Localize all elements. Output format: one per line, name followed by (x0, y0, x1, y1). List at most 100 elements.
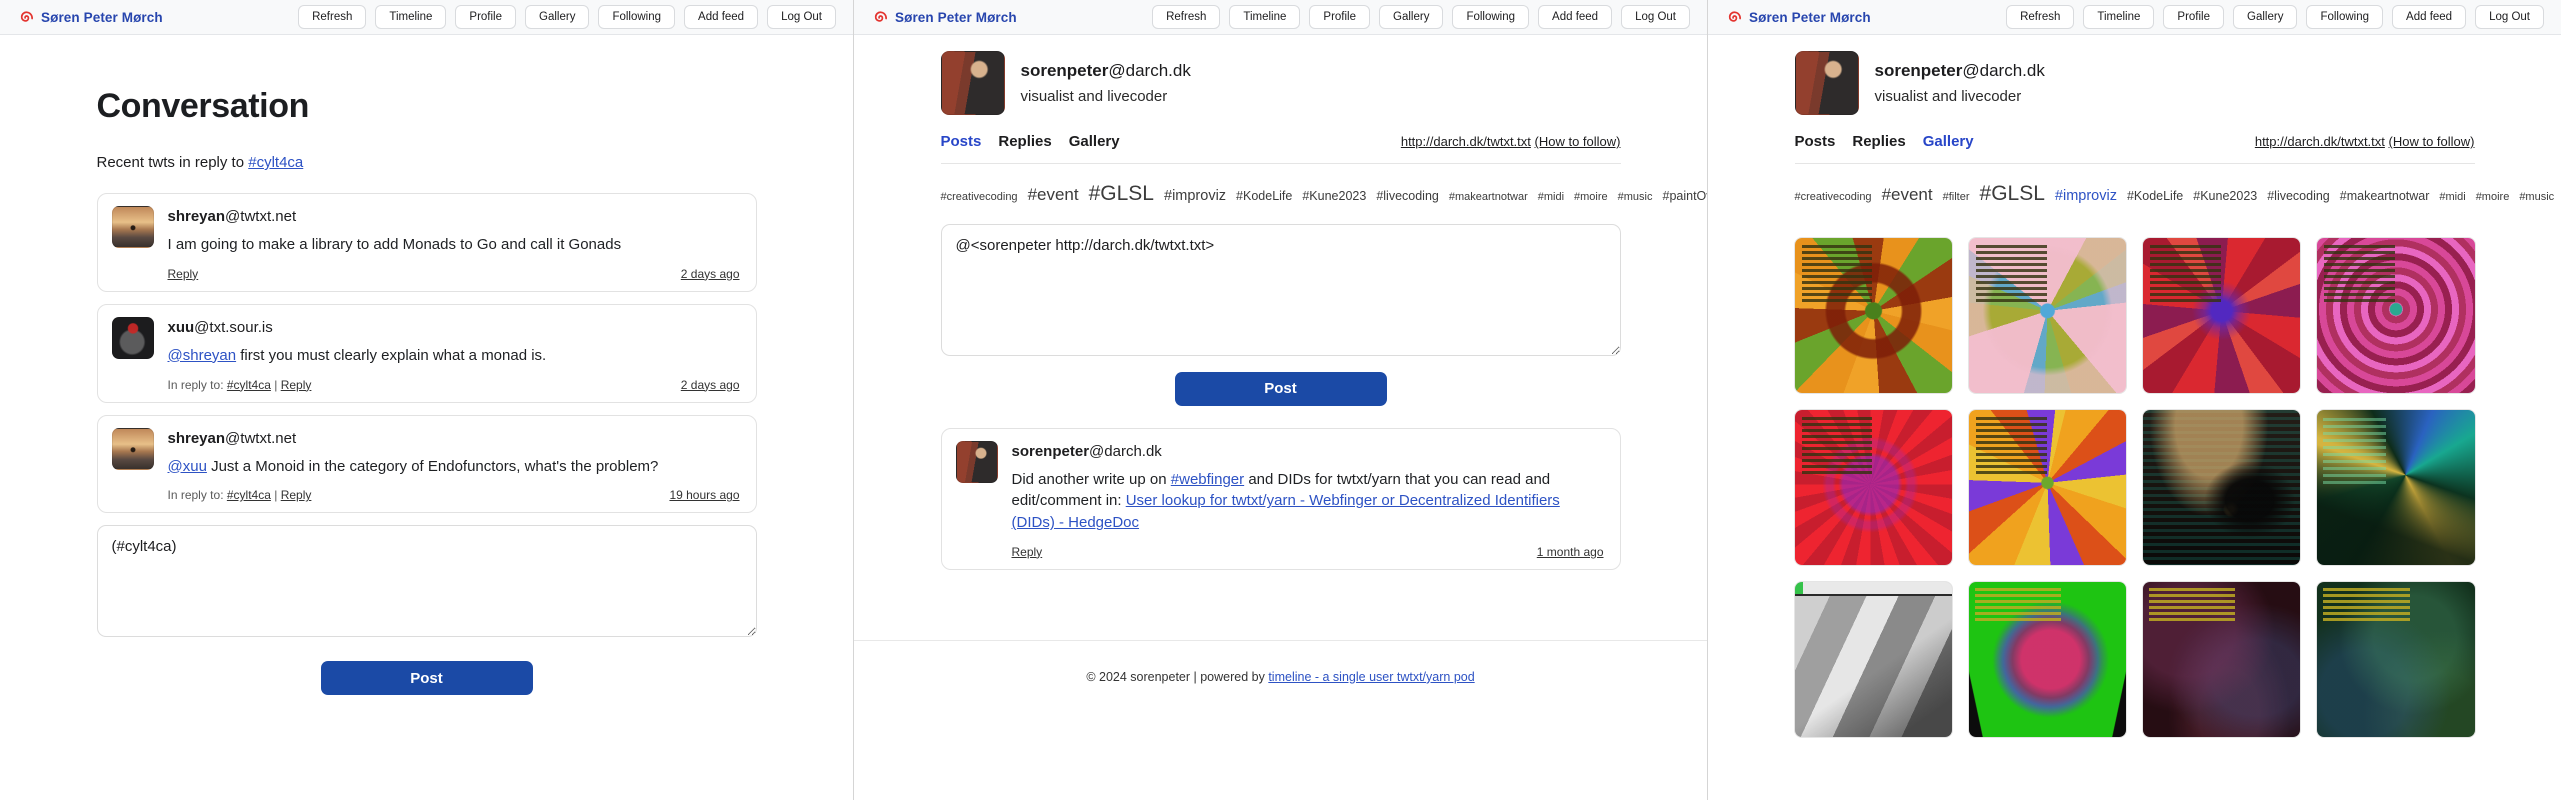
tab-replies[interactable]: Replies (998, 133, 1051, 150)
in-reply-hashtag-link[interactable]: #cylt4ca (227, 378, 271, 392)
feed-url-link[interactable]: http://darch.dk/twtxt.txt (1401, 134, 1531, 149)
feed-url-link[interactable]: http://darch.dk/twtxt.txt (2255, 134, 2385, 149)
brand-home-link[interactable]: Søren Peter Mørch (17, 9, 163, 26)
tab-posts[interactable]: Posts (1795, 133, 1836, 150)
hashtag-link[interactable]: #moire (1574, 191, 1608, 203)
reply-link[interactable]: Reply (168, 267, 199, 281)
gallery-thumbnail[interactable] (2317, 410, 2474, 565)
hashtag-link[interactable]: #filter (1943, 191, 1970, 203)
reply-link[interactable]: Reply (1012, 545, 1043, 559)
hashtag-link[interactable]: #improviz (1164, 188, 1226, 204)
how-to-follow-link[interactable]: (How to follow) (1535, 134, 1621, 149)
avatar (112, 428, 154, 470)
hashtag-link[interactable]: #paintOver (1663, 189, 1709, 203)
hashtag-link[interactable]: #GLSL (1089, 182, 1154, 205)
profile-button[interactable]: Profile (1309, 5, 1370, 29)
gallery-thumbnail[interactable] (1969, 238, 2126, 393)
following-button[interactable]: Following (2306, 5, 2383, 29)
refresh-button[interactable]: Refresh (298, 5, 366, 29)
hashtag-link[interactable]: #GLSL (1980, 182, 2045, 205)
hashtag-link[interactable]: #event (1882, 185, 1933, 204)
add-feed-button[interactable]: Add feed (684, 5, 758, 29)
hashtag-link[interactable]: #event (1028, 185, 1079, 204)
brand-home-link[interactable]: Søren Peter Mørch (1725, 9, 1871, 26)
profile-button[interactable]: Profile (455, 5, 516, 29)
hashtag-link[interactable]: #moire (2476, 191, 2510, 203)
gallery-thumbnail[interactable] (1969, 582, 2126, 737)
powered-by-link[interactable]: timeline - a single user twtxt/yarn pod (1268, 670, 1474, 684)
hashtag-link[interactable]: #midi (1538, 191, 1564, 203)
gallery-thumbnail[interactable] (2143, 410, 2300, 565)
hashtag-link[interactable]: #livecoding (1376, 189, 1439, 203)
hashtag-link[interactable]: #livecoding (2267, 189, 2330, 203)
brand-name: Søren Peter Mørch (1749, 10, 1871, 25)
gallery-button[interactable]: Gallery (525, 5, 589, 29)
log-out-button[interactable]: Log Out (767, 5, 836, 29)
hashtag-link[interactable]: #music (2519, 191, 2554, 203)
tab-posts[interactable]: Posts (941, 133, 982, 150)
gallery-thumbnail[interactable] (2317, 238, 2474, 393)
tab-gallery[interactable]: Gallery (1069, 133, 1120, 150)
gallery-thumbnail[interactable] (2317, 582, 2474, 737)
gallery-thumbnail[interactable] (1795, 582, 1952, 737)
gallery-thumbnail[interactable] (1969, 410, 2126, 565)
page-title: Conversation (97, 87, 757, 126)
tab-gallery[interactable]: Gallery (1923, 133, 1974, 150)
hashtag-link-active[interactable]: #improviz (2055, 188, 2117, 204)
timeline-button[interactable]: Timeline (1229, 5, 1300, 29)
hashtag-link[interactable]: #makeartnotwar (2340, 189, 2430, 203)
profile-avatar (1795, 51, 1859, 115)
post-composer-textarea[interactable]: @<sorenpeter http://darch.dk/twtxt.txt> (941, 224, 1621, 356)
following-button[interactable]: Following (598, 5, 675, 29)
twt-body: shreyan@twtxt.net I am going to make a l… (168, 206, 740, 281)
log-out-button[interactable]: Log Out (1621, 5, 1690, 29)
footer-text: © 2024 sorenpeter | powered by (1086, 670, 1268, 684)
reply-link[interactable]: Reply (281, 488, 312, 502)
hashtag-link[interactable]: #creativecoding (1795, 191, 1872, 203)
gallery-button[interactable]: Gallery (1379, 5, 1443, 29)
tab-replies[interactable]: Replies (1852, 133, 1905, 150)
hashtag-link[interactable]: #KodeLife (1236, 189, 1292, 203)
spiral-logo-icon (17, 9, 34, 26)
twt-text: Did another write up on #webfinger and D… (1012, 469, 1604, 534)
following-button[interactable]: Following (1452, 5, 1529, 29)
post-button[interactable]: Post (321, 661, 533, 695)
hashtag-link[interactable]: #webfinger (1171, 471, 1244, 488)
profile-button[interactable]: Profile (2163, 5, 2224, 29)
refresh-button[interactable]: Refresh (2006, 5, 2074, 29)
brand-home-link[interactable]: Søren Peter Mørch (871, 9, 1017, 26)
hashtag-link[interactable]: #makeartnotwar (1449, 191, 1528, 203)
hashtag-link[interactable]: #music (1618, 191, 1653, 203)
gallery-button[interactable]: Gallery (2233, 5, 2297, 29)
mention-link[interactable]: @shreyan (168, 347, 237, 364)
timestamp-link[interactable]: 1 month ago (1537, 545, 1604, 559)
timeline-button[interactable]: Timeline (375, 5, 446, 29)
gallery-thumbnail[interactable] (2143, 582, 2300, 737)
mention-link[interactable]: @xuu (168, 458, 207, 475)
hashtag-link[interactable]: #creativecoding (941, 191, 1018, 203)
hashtag-link[interactable]: #Kune2023 (2193, 189, 2257, 203)
timestamp-link[interactable]: 2 days ago (681, 378, 740, 392)
log-out-button[interactable]: Log Out (2475, 5, 2544, 29)
gallery-thumbnail[interactable] (2143, 238, 2300, 393)
refresh-button[interactable]: Refresh (1152, 5, 1220, 29)
twt-footer: In reply to: #cylt4ca | Reply 19 hours a… (168, 488, 740, 502)
add-feed-button[interactable]: Add feed (1538, 5, 1612, 29)
timeline-button[interactable]: Timeline (2083, 5, 2154, 29)
timestamp-link[interactable]: 19 hours ago (669, 488, 739, 502)
top-nav: Refresh Timeline Profile Gallery Followi… (298, 5, 836, 29)
thread-hashtag-link[interactable]: #cylt4ca (248, 154, 303, 171)
profile-bio: visualist and livecoder (1021, 88, 1191, 105)
timestamp-link[interactable]: 2 days ago (681, 267, 740, 281)
hashtag-link[interactable]: #midi (2439, 191, 2465, 203)
hashtag-link[interactable]: #KodeLife (2127, 189, 2183, 203)
how-to-follow-link[interactable]: (How to follow) (2389, 134, 2475, 149)
add-feed-button[interactable]: Add feed (2392, 5, 2466, 29)
hashtag-link[interactable]: #Kune2023 (1302, 189, 1366, 203)
gallery-thumbnail[interactable] (1795, 410, 1952, 565)
in-reply-hashtag-link[interactable]: #cylt4ca (227, 488, 271, 502)
reply-link[interactable]: Reply (281, 378, 312, 392)
gallery-thumbnail[interactable] (1795, 238, 1952, 393)
post-button[interactable]: Post (1175, 372, 1387, 406)
reply-composer-textarea[interactable]: (#cylt4ca) (97, 525, 757, 637)
